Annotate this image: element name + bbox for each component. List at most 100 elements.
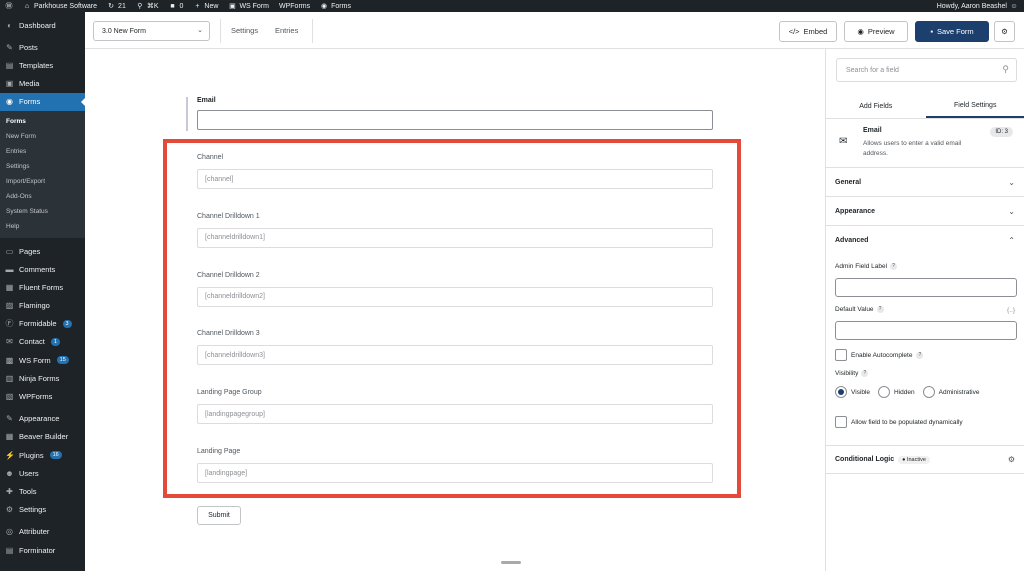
sidebar-item-formidable[interactable]: Ⓕ Formidable 3 xyxy=(0,315,85,333)
field-type-description: Allows users to enter a valid email addr… xyxy=(863,140,962,157)
search-icon: ⚲ xyxy=(1002,64,1009,74)
help-icon[interactable]: ? xyxy=(916,351,924,359)
checkbox[interactable] xyxy=(835,349,847,361)
gear-icon[interactable]: ⚙ xyxy=(994,21,1015,42)
eye-icon: ◉ xyxy=(857,27,864,36)
sidebar-item-appearance[interactable]: ✎ Appearance xyxy=(0,410,85,428)
submenu-item-entries[interactable]: Entries xyxy=(0,144,85,159)
sidebar-item-templates[interactable]: ▤ Templates xyxy=(0,56,85,74)
sidebar-item-fluent-forms[interactable]: ▦ Fluent Forms xyxy=(0,278,85,296)
field-search-input[interactable]: Search for a field ⚲ xyxy=(836,58,1017,82)
sidebar-item-forms[interactable]: ◉ Forms xyxy=(0,92,85,111)
form-canvas: Email Channel [channel] Channel Drilldown … xyxy=(85,49,825,571)
submenu-item-system-status[interactable]: System Status xyxy=(0,204,85,219)
section-advanced[interactable]: Advanced ⌃ xyxy=(826,226,1024,255)
comment-icon: ■ xyxy=(170,2,175,10)
save-form-button[interactable]: ▪ Save Form xyxy=(915,21,989,42)
conditional-logic-section[interactable]: Conditional Logic ● Inactive ⚙ xyxy=(826,445,1024,474)
sidebar-item-forminator[interactable]: ▤ Forminator xyxy=(0,541,85,559)
submenu-item-new-form[interactable]: New Form xyxy=(0,129,85,144)
variables-icon[interactable]: {..} xyxy=(1007,307,1015,314)
section-appearance[interactable]: Appearance ⌄ xyxy=(826,197,1024,226)
new-content-link[interactable]: + New xyxy=(188,3,223,10)
settings-link[interactable]: Settings xyxy=(231,26,258,35)
sidebar-item-beaver-builder[interactable]: ▦ Beaver Builder xyxy=(0,428,85,446)
visibility-options: Visible Hidden Administrative xyxy=(835,386,979,398)
radio-hidden[interactable] xyxy=(878,386,891,398)
sidebar-item-comments[interactable]: ▬ Comments xyxy=(0,260,85,278)
updates-link[interactable]: ↻ 21 xyxy=(102,2,131,11)
command-palette-link[interactable]: ⚲ ⌘K xyxy=(131,2,164,10)
sidebar-item-pages[interactable]: ▭ Pages xyxy=(0,242,85,260)
forms-icon: ◉ xyxy=(321,3,328,10)
admin-bar: Ⓦ ⌂ Parkhouse Software ↻ 21 ⚲ ⌘K ■ 0 + New ▣ W… xyxy=(0,0,1024,12)
hidden-field-input[interactable]: [landingpage] xyxy=(197,463,713,483)
sidebar-item-media[interactable]: ▣ Media xyxy=(0,75,85,93)
sidebar-item-wpforms[interactable]: ▧ WPForms xyxy=(0,387,85,405)
media-icon: ▣ xyxy=(5,79,14,89)
sidebar-item-contact[interactable]: ✉ Contact 1 xyxy=(0,333,85,351)
avatar: ☺ xyxy=(1010,2,1018,10)
submenu-item-import-export[interactable]: Import/Export xyxy=(0,174,85,189)
sidebar-item-plugins[interactable]: ⚡ Plugins 16 xyxy=(0,446,85,464)
sidebar-item-flamingo[interactable]: ▨ Flamingo xyxy=(0,297,85,315)
field-selection-indicator xyxy=(186,97,188,131)
wp-logo-icon[interactable]: Ⓦ xyxy=(0,1,18,11)
admin-field-label-input[interactable] xyxy=(835,278,1017,297)
hidden-field-input[interactable]: [landingpagegroup] xyxy=(197,404,713,425)
account-menu[interactable]: Howdy, Aaron Beashel ☺ xyxy=(932,3,1024,10)
refresh-icon: ↻ xyxy=(108,3,114,10)
tab-field-settings[interactable]: Field Settings xyxy=(925,94,1024,118)
email-field[interactable] xyxy=(197,110,713,130)
entries-link[interactable]: Entries xyxy=(275,26,298,35)
forms-link[interactable]: ◉ Forms xyxy=(315,2,356,11)
radio-visible[interactable] xyxy=(835,386,847,398)
submit-button[interactable]: Submit xyxy=(197,506,241,525)
sidebar-item-dashboard[interactable]: ◐ Dashboard xyxy=(0,16,85,34)
field-id-badge: ID: 3 xyxy=(990,127,1013,137)
default-value-input[interactable] xyxy=(835,321,1017,340)
sidebar-item-attributer[interactable]: ◎ Attributer xyxy=(0,523,85,541)
comments-link[interactable]: ■ 0 xyxy=(164,3,189,10)
checkbox[interactable] xyxy=(835,416,847,428)
wpforms-link[interactable]: WPForms xyxy=(274,3,315,10)
sidebar-item-label: Media xyxy=(19,79,40,89)
sidebar-item-users[interactable]: ☻ Users xyxy=(0,464,85,482)
submenu-item-settings[interactable]: Settings xyxy=(0,159,85,174)
wsform-link[interactable]: ▣ WS Form xyxy=(223,2,274,11)
help-icon[interactable]: ? xyxy=(876,306,884,313)
admin-sidebar: ◐ Dashboard ✎ Posts ▤ Templates ▣ Media ◉ Forms… xyxy=(0,12,85,571)
sidebar-item-tools[interactable]: ✚ Tools xyxy=(0,482,85,500)
sidebar-item-label: Formidable xyxy=(19,319,57,329)
hidden-field-input[interactable]: [channeldrilldown3] xyxy=(197,345,713,366)
site-name-link[interactable]: ⌂ Parkhouse Software xyxy=(18,3,102,10)
gear-icon[interactable]: ⚙ xyxy=(1008,455,1015,464)
field-label: Channel Drilldown 3 xyxy=(197,330,260,338)
tab-add-fields[interactable]: Add Fields xyxy=(826,94,926,118)
hidden-field-input[interactable]: [channeldrilldown1] xyxy=(197,227,713,248)
search-icon: ⚲ xyxy=(137,3,143,10)
submenu-item-forms[interactable]: Forms xyxy=(0,114,85,129)
section-general[interactable]: General ⌄ xyxy=(826,168,1024,197)
submenu-item-help[interactable]: Help xyxy=(0,219,85,234)
field-label: Channel Drilldown 1 xyxy=(197,212,260,220)
resize-handle[interactable] xyxy=(501,561,521,564)
hidden-field-input[interactable]: [channeldrilldown2] xyxy=(197,286,713,307)
sidebar-item-ws-form[interactable]: ▩ WS Form 15 xyxy=(0,351,85,369)
help-icon[interactable]: ? xyxy=(890,263,898,270)
radio-administrative[interactable] xyxy=(922,386,935,398)
sidebar-item-posts[interactable]: ✎ Posts xyxy=(0,38,85,56)
sidebar-item-ninja-forms[interactable]: ▥ Ninja Forms xyxy=(0,369,85,387)
field-placeholder: [channeldrilldown2] xyxy=(205,293,265,301)
populate-dynamically-checkbox[interactable]: Allow field to be populated dynamically xyxy=(835,416,963,428)
enable-autocomplete-checkbox[interactable]: Enable Autocomplete? xyxy=(835,349,924,361)
hidden-field-input[interactable]: [channel] xyxy=(197,169,713,189)
form-selector[interactable]: 3.0 New Form ⌄ xyxy=(93,21,210,41)
brush-icon: ✎ xyxy=(6,414,13,424)
preview-button[interactable]: ◉ Preview xyxy=(844,21,908,42)
sidebar-item-settings[interactable]: ⚙ Settings xyxy=(0,501,85,519)
embed-button[interactable]: </> Embed xyxy=(779,21,837,42)
help-icon[interactable]: ? xyxy=(861,370,869,377)
submenu-item-add-ons[interactable]: Add-Ons xyxy=(0,189,85,204)
field-label: Channel xyxy=(197,154,224,161)
